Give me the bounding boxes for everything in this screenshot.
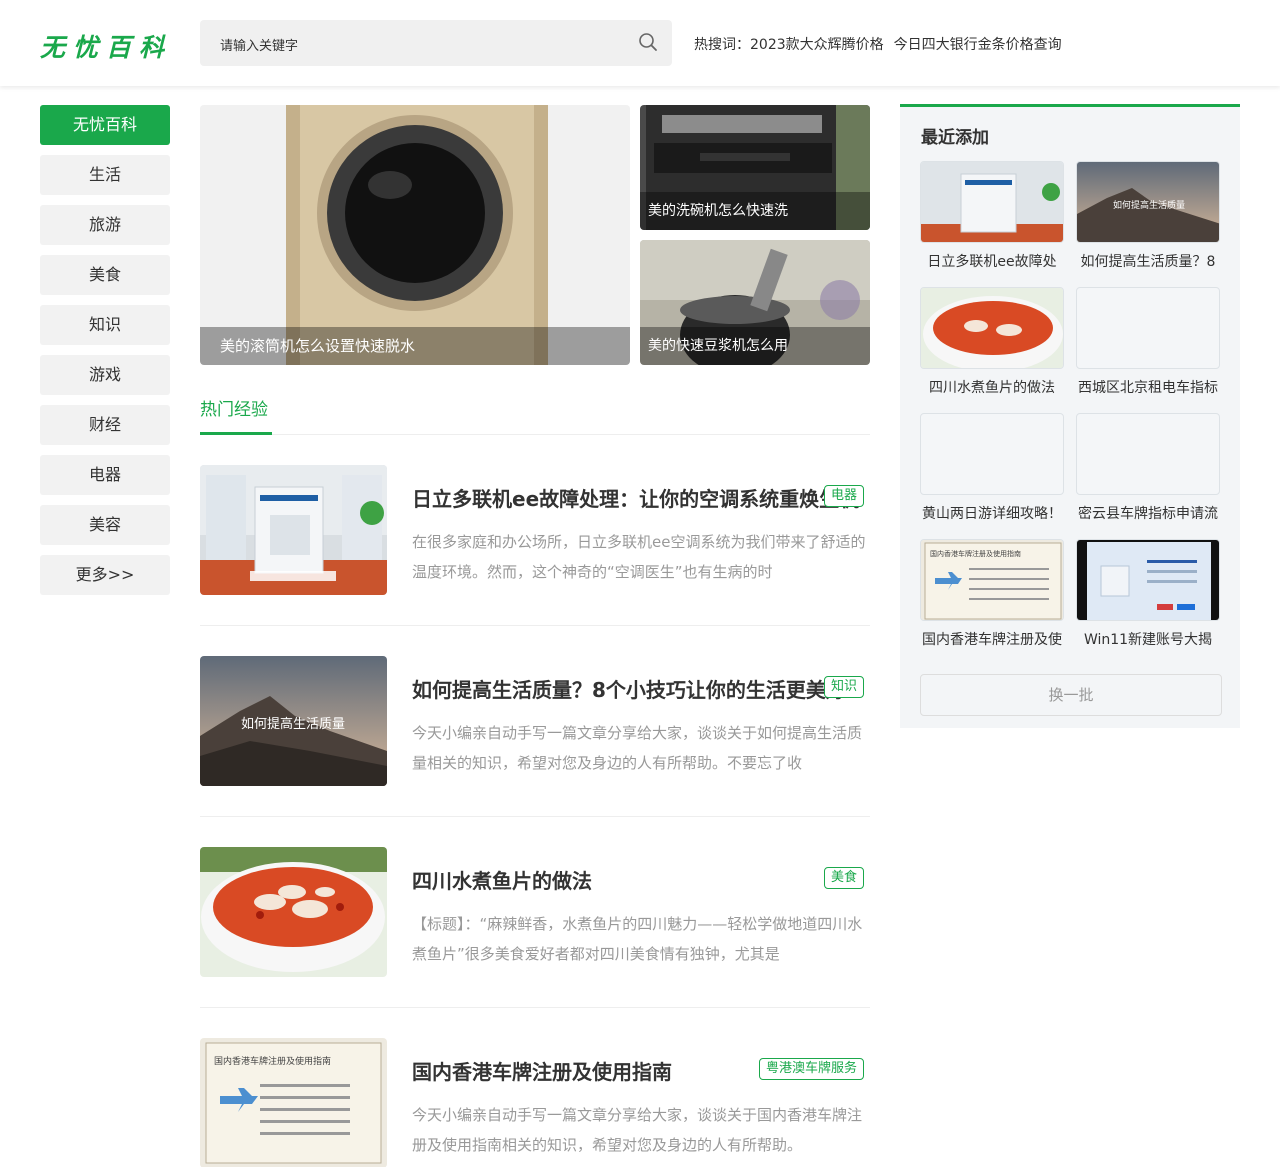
section-title-underline bbox=[200, 432, 272, 435]
article-item[interactable]: 四川水煮鱼片的做法 美食 【标题】：“麻辣鲜香，水煮鱼片的四川魅力——轻松学做地… bbox=[200, 847, 870, 978]
recent-thumbnail[interactable] bbox=[920, 413, 1064, 495]
recent-sidebar: 最近添加 日立多联机ee故障处 如何提高生活质量 如何提高生活质量？8 四川水煮… bbox=[900, 104, 1240, 728]
windows-setup-image bbox=[1077, 540, 1219, 620]
search-icon[interactable] bbox=[638, 32, 658, 52]
article-tag[interactable]: 知识 bbox=[823, 676, 864, 698]
hot-word-link[interactable]: 今日四大银行金条价格查询 bbox=[894, 37, 1062, 53]
recent-thumbnail[interactable]: 国内香港车牌注册及使用指南 bbox=[920, 539, 1064, 621]
hot-words-label: 热搜词： bbox=[694, 37, 750, 53]
banner-side-caption[interactable]: 美的快速豆浆机怎么用 bbox=[640, 327, 870, 365]
recent-item[interactable]: 密云县车牌指标申请流 bbox=[1076, 413, 1220, 523]
recent-thumbnail[interactable] bbox=[920, 287, 1064, 369]
banner-side-item[interactable]: 美的快速豆浆机怎么用 bbox=[640, 240, 870, 365]
search-input[interactable]: 请输入关键字 bbox=[220, 35, 298, 54]
thumbnail-text: 国内香港车牌注册及使用指南 bbox=[930, 549, 1021, 558]
nav-item-finance[interactable]: 财经 bbox=[40, 405, 170, 445]
article-divider bbox=[200, 1007, 870, 1008]
search-box[interactable]: 请输入关键字 bbox=[200, 20, 672, 66]
air-conditioner-image bbox=[200, 465, 387, 595]
recent-thumbnail[interactable] bbox=[1076, 287, 1220, 369]
boiled-fish-image bbox=[200, 847, 387, 977]
article-thumbnail[interactable] bbox=[200, 465, 387, 595]
recent-item-title[interactable]: 黄山两日游详细攻略！ bbox=[920, 503, 1064, 523]
section-title[interactable]: 热门经验 bbox=[200, 395, 268, 420]
article-title[interactable]: 四川水煮鱼片的做法 bbox=[412, 865, 862, 894]
article-item[interactable]: 日立多联机ee故障处理：让你的空调系统重焕生机 电器 在很多家庭和办公场所，日立… bbox=[200, 465, 870, 596]
article-tag[interactable]: 美食 bbox=[823, 867, 864, 889]
recent-item[interactable]: Win11新建账号大揭 bbox=[1076, 539, 1220, 649]
recent-item-title[interactable]: 西城区北京租电车指标 bbox=[1076, 377, 1220, 397]
article-thumbnail[interactable]: 国内香港车牌注册及使用指南 bbox=[200, 1038, 387, 1167]
nav-item-travel[interactable]: 旅游 bbox=[40, 205, 170, 245]
nav-item-games[interactable]: 游戏 bbox=[40, 355, 170, 395]
nav-item-knowledge[interactable]: 知识 bbox=[40, 305, 170, 345]
section-divider bbox=[200, 434, 870, 435]
category-nav: 无忧百科 生活 旅游 美食 知识 游戏 财经 电器 美容 更多>> bbox=[40, 105, 170, 605]
washing-machine-image bbox=[200, 105, 630, 365]
article-tag[interactable]: 电器 bbox=[823, 485, 864, 507]
document-card-image: 国内香港车牌注册及使用指南 bbox=[200, 1038, 387, 1167]
nav-item-more[interactable]: 更多>> bbox=[40, 555, 170, 595]
nav-item-life[interactable]: 生活 bbox=[40, 155, 170, 195]
hot-word-link[interactable]: 2023款大众辉腾价格 bbox=[750, 37, 884, 53]
recent-item-title[interactable]: 国内香港车牌注册及使 bbox=[920, 629, 1064, 649]
banner-caption[interactable]: 美的滚筒机怎么设置快速脱水 bbox=[200, 327, 630, 365]
banner-side-item[interactable]: 美的洗碗机怎么快速洗 bbox=[640, 105, 870, 230]
thumbnail-text: 如何提高生活质量 bbox=[1113, 199, 1185, 211]
article-item[interactable]: 如何提高生活质量 如何提高生活质量？8个小技巧让你的生活更美好 知识 今天小编亲… bbox=[200, 656, 870, 787]
article-thumbnail[interactable]: 如何提高生活质量 bbox=[200, 656, 387, 786]
refresh-button[interactable]: 换一批 bbox=[920, 674, 1222, 716]
recent-item[interactable]: 黄山两日游详细攻略！ bbox=[920, 413, 1064, 523]
banner-main[interactable]: 美的滚筒机怎么设置快速脱水 bbox=[200, 105, 630, 365]
boiled-fish-image bbox=[921, 288, 1063, 368]
article-summary: 【标题】：“麻辣鲜香，水煮鱼片的四川魅力——轻松学做地道四川水煮鱼片”很多美食爱… bbox=[412, 915, 863, 963]
site-logo[interactable]: 无忧百科 bbox=[40, 28, 172, 64]
recent-thumbnail[interactable] bbox=[1076, 539, 1220, 621]
recent-item[interactable]: 西城区北京租电车指标 bbox=[1076, 287, 1220, 397]
site-header: 无忧百科 请输入关键字 热搜词：2023款大众辉腾价格 今日四大银行金条价格查询 bbox=[0, 0, 1280, 86]
recent-thumbnail[interactable] bbox=[1076, 413, 1220, 495]
hot-words: 热搜词：2023款大众辉腾价格 今日四大银行金条价格查询 bbox=[694, 34, 1072, 54]
recent-item[interactable]: 日立多联机ee故障处 bbox=[920, 161, 1064, 271]
air-conditioner-image bbox=[921, 162, 1063, 242]
nav-item-home[interactable]: 无忧百科 bbox=[40, 105, 170, 145]
article-title[interactable]: 日立多联机ee故障处理：让你的空调系统重焕生机 bbox=[412, 483, 862, 512]
nav-item-food[interactable]: 美食 bbox=[40, 255, 170, 295]
recent-item-title[interactable]: 日立多联机ee故障处 bbox=[920, 251, 1064, 271]
article-divider bbox=[200, 625, 870, 626]
article-item[interactable]: 国内香港车牌注册及使用指南 国内香港车牌注册及使用指南 粤港澳车牌服务 今天小编… bbox=[200, 1038, 870, 1167]
recent-item[interactable]: 四川水煮鱼片的做法 bbox=[920, 287, 1064, 397]
recent-item-title[interactable]: 如何提高生活质量？8 bbox=[1076, 251, 1220, 271]
nav-item-beauty[interactable]: 美容 bbox=[40, 505, 170, 545]
article-tag[interactable]: 粤港澳车牌服务 bbox=[758, 1058, 864, 1080]
recent-thumbnail[interactable]: 如何提高生活质量 bbox=[1076, 161, 1220, 243]
document-card-image: 国内香港车牌注册及使用指南 bbox=[921, 540, 1063, 620]
article-divider bbox=[200, 816, 870, 817]
mountain-landscape-image: 如何提高生活质量 bbox=[200, 656, 387, 786]
banner-side-caption[interactable]: 美的洗碗机怎么快速洗 bbox=[640, 192, 870, 230]
article-summary: 今天小编亲自动手写一篇文章分享给大家，谈谈关于国内香港车牌注册及使用指南相关的知… bbox=[412, 1106, 863, 1154]
article-summary: 在很多家庭和办公场所，日立多联机ee空调系统为我们带来了舒适的温度环境。然而，这… bbox=[412, 533, 866, 581]
recent-item-title[interactable]: Win11新建账号大揭 bbox=[1076, 629, 1220, 649]
recent-thumbnail[interactable] bbox=[920, 161, 1064, 243]
article-summary: 今天小编亲自动手写一篇文章分享给大家，谈谈关于如何提高生活质量相关的知识，希望对… bbox=[412, 724, 863, 772]
recent-item[interactable]: 如何提高生活质量 如何提高生活质量？8 bbox=[1076, 161, 1220, 271]
recent-item-title[interactable]: 四川水煮鱼片的做法 bbox=[920, 377, 1064, 397]
recent-item[interactable]: 国内香港车牌注册及使用指南 国内香港车牌注册及使 bbox=[920, 539, 1064, 649]
mountain-landscape-image: 如何提高生活质量 bbox=[1077, 162, 1219, 242]
thumbnail-text: 国内香港车牌注册及使用指南 bbox=[214, 1055, 331, 1067]
article-title[interactable]: 如何提高生活质量？8个小技巧让你的生活更美好 bbox=[412, 674, 862, 703]
recent-item-title[interactable]: 密云县车牌指标申请流 bbox=[1076, 503, 1220, 523]
thumbnail-text: 如何提高生活质量 bbox=[241, 716, 345, 732]
article-thumbnail[interactable] bbox=[200, 847, 387, 977]
nav-item-appliances[interactable]: 电器 bbox=[40, 455, 170, 495]
sidebar-title: 最近添加 bbox=[921, 128, 989, 148]
